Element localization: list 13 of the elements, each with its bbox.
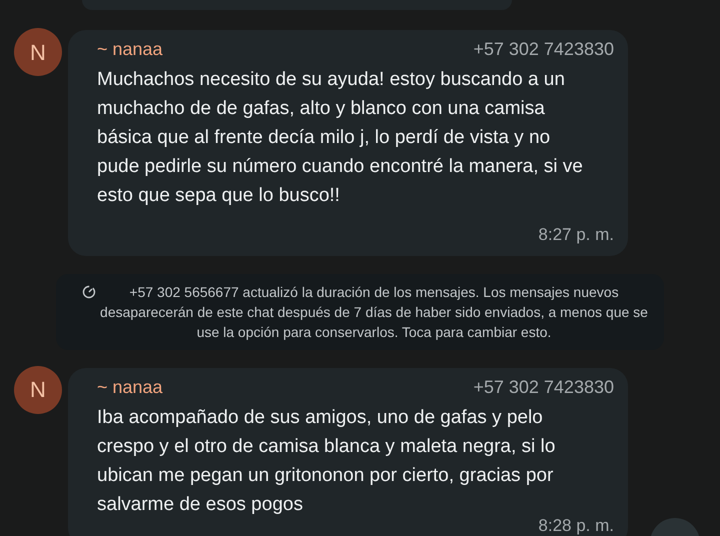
system-text: +57 302 5656677 actualizó la duración de los mensajes. Los mensajes nuevos desaparecerán de este chat después de 7 días de haber sido enviados, a menos que se use la opción para conservarlos. Toca para cambiar esto. [100, 282, 648, 342]
system-notice[interactable] [56, 274, 664, 350]
message-time: 8:27 p. m. [538, 224, 614, 246]
avatar[interactable]: N [14, 366, 62, 414]
message-time: 8:28 p. m. [538, 514, 614, 536]
sender-name: ~ nanaa [97, 376, 163, 398]
message-text: Iba acompañado de sus amigos, uno de gafas y pelo crespo y el otro de camisa blanca y maleta negra, si lo ubican me pegan un gritononon por cierto, gracias por salvarme de esos pogos [97, 406, 556, 516]
message-text: Muchachos necesito de su ayuda! estoy buscando a un muchacho de de gafas, alto y blanco con una camisa básica que al frente decía milo j, lo perdí de vista y no pude pedirle su número cuando encontré la manera, si ve esto que sepa que lo busco!! [97, 68, 584, 208]
timer-icon [82, 284, 96, 298]
sender-name: ~ nanaa [97, 38, 163, 61]
sender-phone: +57 302 7423830 [473, 38, 614, 61]
avatar[interactable]: N [14, 28, 62, 76]
sender-phone: +57 302 7423830 [473, 376, 614, 398]
